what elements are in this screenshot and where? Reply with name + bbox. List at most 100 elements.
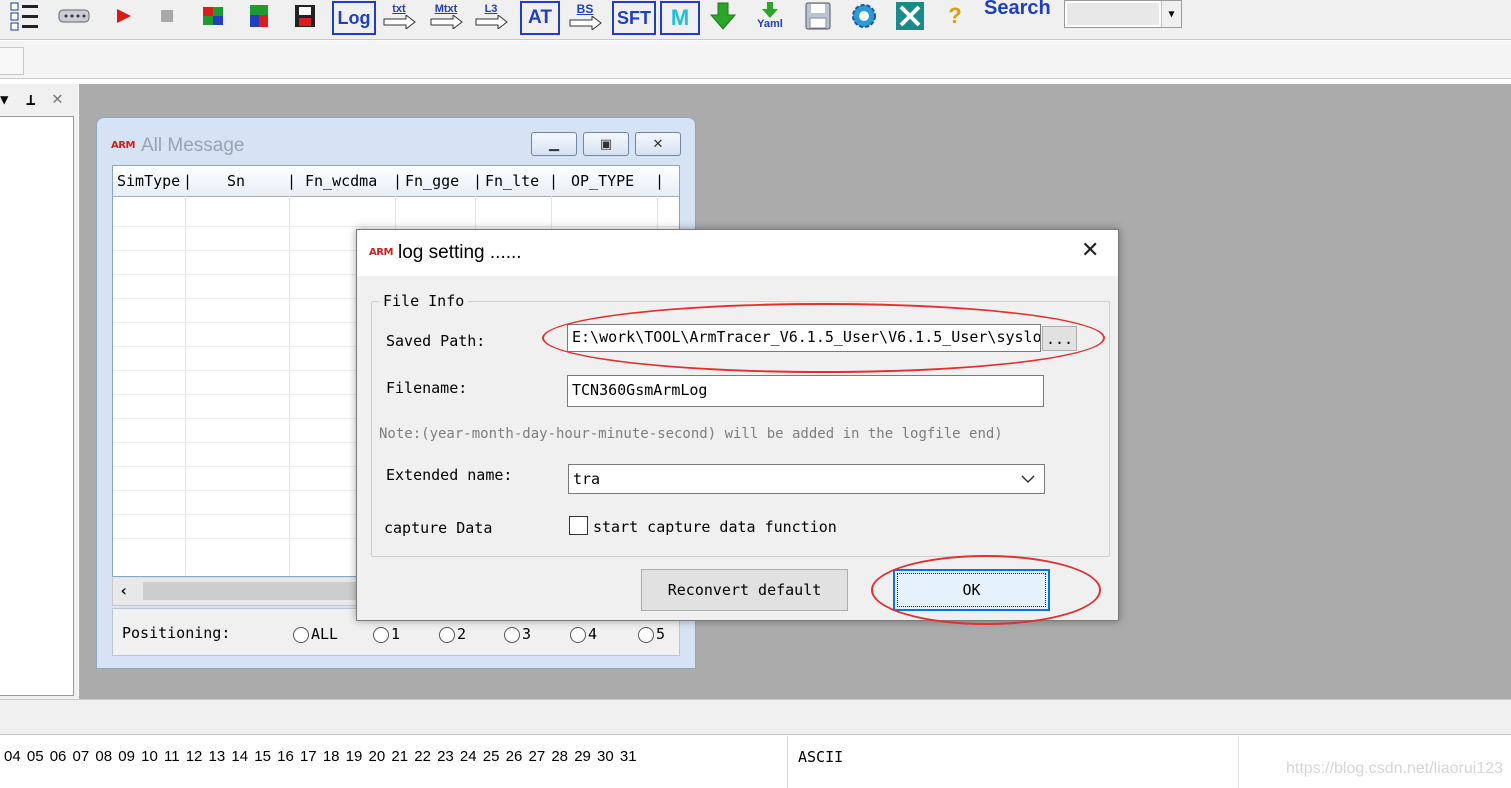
hex-column-numbers: 04 05 06 07 08 09 10 11 12 13 14 15 16 1…: [4, 748, 637, 765]
column-divider: [787, 736, 788, 788]
dialog-title-bar: ARM log setting ...... ✕: [357, 230, 1118, 276]
tools-icon[interactable]: [892, 0, 928, 32]
window-title: All Message: [141, 135, 245, 156]
column-divider[interactable]: |: [287, 172, 296, 190]
serial-port-icon[interactable]: [56, 0, 92, 32]
minimize-button[interactable]: ▁: [531, 132, 577, 156]
column-header-sn[interactable]: Sn: [227, 172, 245, 190]
radio-2-label: 2: [457, 625, 467, 643]
window-close-button[interactable]: ✕: [635, 132, 681, 156]
close-icon[interactable]: ✕: [52, 88, 63, 109]
radio-2[interactable]: [439, 627, 455, 643]
column-header-fn-gge[interactable]: Fn_gge: [405, 172, 459, 190]
chevron-down-icon: [1021, 475, 1035, 484]
reconvert-default-button[interactable]: Reconvert default: [641, 569, 848, 611]
secondary-toolbar: [0, 41, 1511, 79]
radio-3[interactable]: [504, 627, 520, 643]
radio-all[interactable]: [293, 627, 309, 643]
file-info-group-label: File Info: [379, 292, 469, 310]
scroll-left-icon[interactable]: ‹: [119, 581, 129, 600]
save-icon[interactable]: [290, 0, 320, 32]
column-header-op-type[interactable]: OP_TYPE: [571, 172, 634, 190]
radio-all-label: ALL: [311, 625, 339, 643]
positioning-label: Positioning:: [122, 624, 231, 642]
saved-path-input[interactable]: E:\work\TOOL\ArmTracer_V6.1.5_User\V6.1.…: [567, 324, 1041, 352]
saved-path-label: Saved Path:: [386, 332, 486, 350]
bottom-splitter-bar: [0, 699, 1511, 735]
m-button[interactable]: M: [660, 1, 700, 35]
arrow-right-icon: [475, 15, 508, 29]
horizontal-scrollbar[interactable]: ‹: [112, 578, 362, 606]
filename-input[interactable]: TCN360GsmArmLog: [567, 375, 1044, 407]
checklist-icon[interactable]: [8, 0, 42, 32]
browse-button[interactable]: ...: [1042, 326, 1077, 351]
radio-5[interactable]: [638, 627, 654, 643]
column-divider[interactable]: |: [549, 172, 558, 190]
dialog-title: log setting ......: [398, 242, 522, 263]
search-input[interactable]: [1067, 3, 1159, 25]
yaml-label: Yaml: [757, 18, 783, 30]
column-divider: [1238, 736, 1239, 788]
filename-label: Filename:: [386, 379, 468, 397]
dialog-close-icon[interactable]: ✕: [1081, 238, 1099, 263]
extended-name-value: tra: [573, 470, 601, 488]
column-divider[interactable]: |: [183, 172, 192, 190]
log-button[interactable]: Log: [332, 1, 376, 35]
color-filter-icon[interactable]: [198, 0, 228, 32]
bs-button[interactable]: BS: [566, 0, 604, 32]
sft-button[interactable]: SFT: [612, 1, 656, 35]
search-label: Search: [984, 0, 1051, 19]
disk-icon[interactable]: [800, 0, 836, 32]
close-icon: ✕: [652, 136, 664, 152]
layout-icon[interactable]: [244, 0, 274, 32]
search-combo[interactable]: ▼: [1064, 0, 1182, 28]
left-dock-content: [0, 116, 74, 696]
ascii-column-header: ASCII: [798, 748, 844, 766]
column-divider[interactable]: |: [393, 172, 402, 190]
radio-1-label: 1: [391, 625, 401, 643]
at-button[interactable]: AT: [520, 1, 560, 35]
scroll-thumb[interactable]: [143, 582, 359, 600]
capture-checkbox[interactable]: [569, 516, 588, 535]
chevron-down-icon[interactable]: ▼: [1161, 1, 1181, 27]
settings-gear-icon[interactable]: [846, 0, 882, 32]
play-icon[interactable]: [110, 0, 136, 32]
grid-line: [113, 226, 679, 227]
radio-4[interactable]: [570, 627, 586, 643]
pin-icon[interactable]: ⊥: [26, 90, 36, 109]
extended-name-select[interactable]: tra: [568, 464, 1045, 494]
column-header-simtype[interactable]: SimType: [117, 172, 180, 190]
ok-button[interactable]: OK: [893, 569, 1050, 611]
radio-1[interactable]: [373, 627, 389, 643]
yaml-button[interactable]: Yaml: [750, 0, 790, 32]
column-header-fn-wcdma[interactable]: Fn_wcdma: [305, 172, 377, 190]
stop-icon[interactable]: [154, 0, 180, 32]
txt-label: txt: [392, 3, 406, 15]
dropdown-icon[interactable]: ▼: [0, 92, 8, 108]
table-header: SimType | Sn | Fn_wcdma | Fn_gge | Fn_lt…: [113, 166, 679, 197]
tab-stub[interactable]: [0, 47, 24, 75]
maximize-icon: ▣: [599, 136, 613, 152]
arrow-right-icon: [383, 15, 416, 29]
log-setting-dialog[interactable]: ARM log setting ...... ✕ File Info Saved…: [356, 229, 1119, 621]
grid-line: [289, 196, 290, 576]
arm-logo-icon: ARM: [111, 140, 135, 151]
download-icon[interactable]: [706, 0, 740, 32]
help-icon[interactable]: ?: [940, 0, 970, 32]
radio-5-label: 5: [656, 625, 666, 643]
minimize-icon: ▁: [549, 136, 559, 152]
radio-3-label: 3: [522, 625, 532, 643]
column-header-fn-lte[interactable]: Fn_lte: [485, 172, 539, 190]
hex-view-header: 04 05 06 07 08 09 10 11 12 13 14 15 16 1…: [0, 736, 1511, 788]
l3-export-button[interactable]: L3: [472, 0, 510, 32]
radio-4-label: 4: [588, 625, 598, 643]
column-divider[interactable]: |: [655, 172, 664, 190]
grid-line: [185, 196, 186, 576]
column-divider[interactable]: |: [473, 172, 482, 190]
txt-export-button[interactable]: txt: [380, 0, 418, 32]
focus-rect: [897, 573, 1046, 607]
main-toolbar: Log txt Mtxt L3 AT BS SFT M Yaml ? Searc…: [0, 0, 1511, 40]
mtxt-export-button[interactable]: Mtxt: [426, 0, 466, 32]
maximize-button[interactable]: ▣: [583, 132, 629, 156]
capture-data-label: capture Data: [384, 519, 493, 537]
